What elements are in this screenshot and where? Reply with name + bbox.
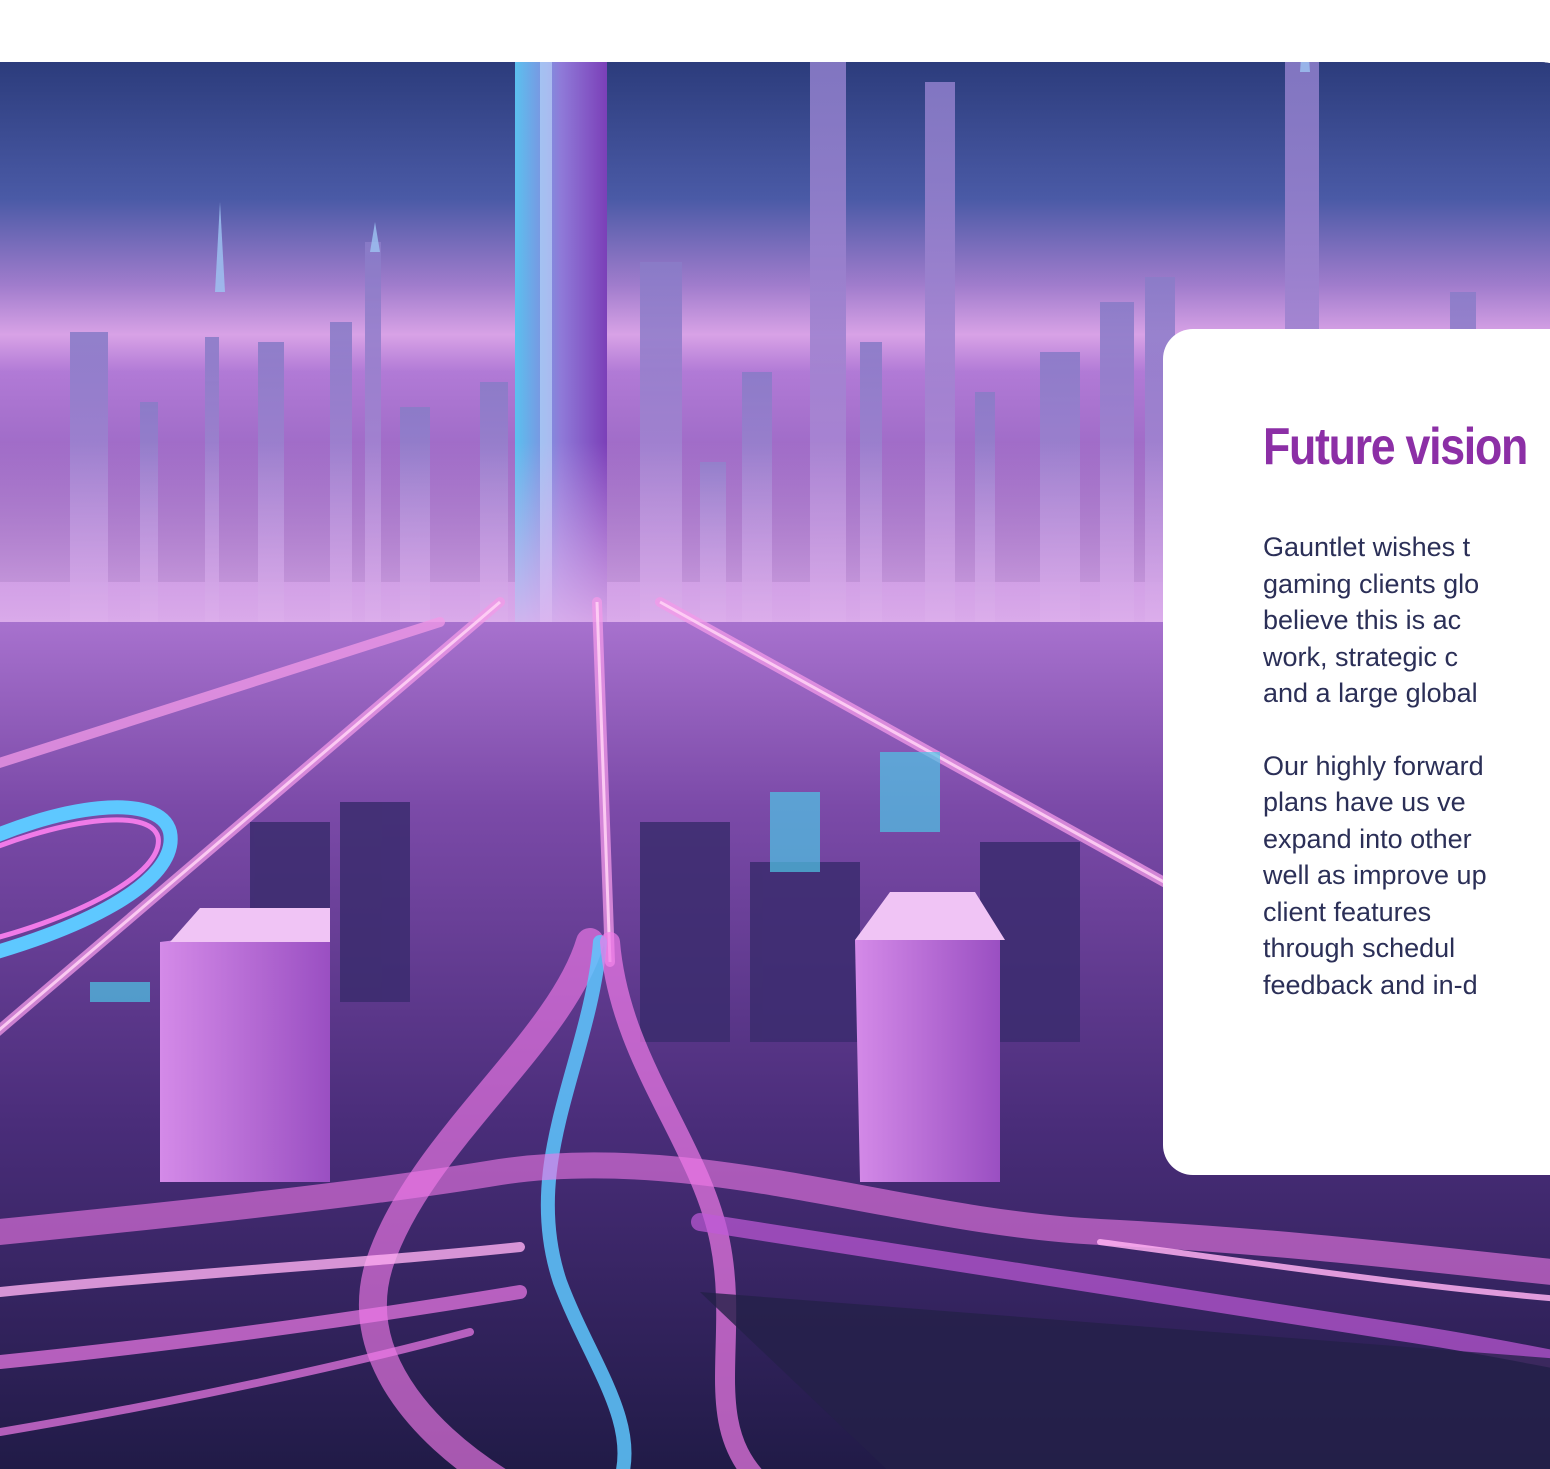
paragraph-1-line: believe this is ac <box>1263 605 1462 635</box>
paragraph-1-line: gaming clients glo <box>1263 568 1480 599</box>
paragraph-1-line: work, strategic c <box>1263 641 1459 672</box>
paragraph-2-line: through schedul <box>1263 933 1456 963</box>
paragraph-2-line: feedback and in-d <box>1263 969 1478 1000</box>
card-paragraph-1: Gauntlet wishes t gaming clients glo bel… <box>1263 529 1550 712</box>
paragraph-2-line: Our highly forward <box>1263 750 1484 781</box>
card-paragraph-2: Our highly forward plans have us ve expa… <box>1263 748 1550 1004</box>
card-title: Future vision <box>1263 418 1528 476</box>
paragraph-2-line: plans have us ve <box>1263 787 1466 817</box>
paragraph-1-line: Gauntlet wishes t <box>1263 532 1471 562</box>
future-vision-card: Future vision Gauntlet wishes t gaming c… <box>1163 329 1550 1175</box>
paragraph-2-line: expand into other <box>1263 823 1472 854</box>
paragraph-2-line: well as improve up <box>1263 860 1487 890</box>
page: Future vision Gauntlet wishes t gaming c… <box>0 0 1550 1469</box>
paragraph-1-line: and a large global <box>1263 678 1478 708</box>
paragraph-2-line: client features <box>1263 896 1432 927</box>
